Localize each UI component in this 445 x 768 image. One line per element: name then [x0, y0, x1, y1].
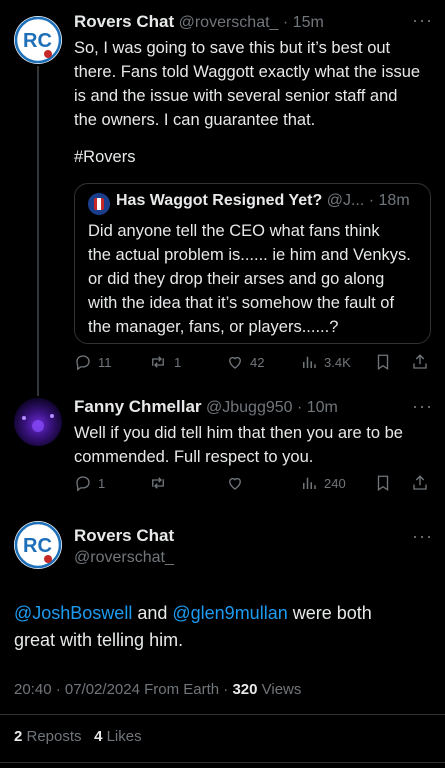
views-button[interactable]: 3.4K — [300, 353, 351, 371]
mention-link[interactable]: @JoshBoswell — [14, 603, 132, 623]
quoted-text-line: or did they drop their arses and go alon… — [88, 270, 385, 288]
tweet-time[interactable]: · 10m — [297, 399, 338, 416]
more-options-icon[interactable]: ··· — [412, 526, 433, 547]
rovers-chat-logo-icon: RC — [14, 16, 62, 64]
reply-icon — [76, 476, 90, 492]
bookmark-button[interactable] — [375, 474, 391, 492]
views-label: Views — [257, 681, 302, 698]
share-button[interactable] — [411, 474, 429, 492]
likes-stat[interactable]: 4 Likes — [94, 728, 142, 745]
tweet-text-line: the owners. I can guarantee that. — [74, 111, 316, 129]
repost-icon — [152, 356, 164, 368]
bookmark-icon — [377, 354, 389, 371]
repost-button[interactable] — [148, 474, 168, 492]
tweet-text: So, I was going to save this but it’s be… — [74, 36, 439, 132]
author-name[interactable]: Fanny Chmellar — [74, 397, 202, 416]
like-button[interactable] — [226, 474, 244, 492]
main-tweet-line: great with telling him. — [14, 630, 184, 650]
views-button[interactable]: 240 — [300, 474, 346, 492]
more-options-icon[interactable]: ··· — [412, 396, 433, 417]
author-handle[interactable]: @Jbugg950 — [206, 399, 293, 416]
avatar[interactable]: RC — [14, 16, 62, 64]
tweet-time[interactable]: · 15m — [283, 14, 324, 31]
tweet-meta: 20:40 · 07/02/2024 From Earth · 320 View… — [14, 681, 301, 698]
quoted-text-line: with the idea that it’s somehow the faul… — [88, 294, 395, 312]
author-handle[interactable]: @roverschat_ — [179, 14, 279, 31]
views-icon — [303, 356, 316, 368]
quoted-avatar-icon — [88, 193, 110, 215]
reply-icon — [76, 355, 90, 371]
tweet-text-line: there. Fans told Waggott exactly what th… — [74, 63, 421, 81]
reply-count: 1 — [98, 475, 106, 491]
tweet-text-line: commended. Full respect to you. — [74, 448, 314, 466]
share-icon — [413, 475, 427, 490]
rovers-chat-logo-icon: RC — [14, 521, 62, 569]
divider — [0, 714, 445, 715]
repost-count: 1 — [174, 354, 182, 370]
tweet-text-line: So, I was going to save this but it’s be… — [74, 39, 391, 57]
share-icon — [413, 354, 427, 369]
svg-text:RC: RC — [23, 30, 52, 52]
likes-label: Likes — [102, 728, 142, 745]
tweet-text: Well if you did tell him that then you a… — [74, 421, 439, 469]
main-tweet-rest: were both — [287, 603, 372, 623]
reposts-stat[interactable]: 2 Reposts — [14, 728, 82, 745]
quoted-text-line: Did anyone tell the CEO what fans think — [88, 222, 380, 240]
views-count: 3.4K — [324, 354, 351, 370]
like-count: 42 — [250, 354, 265, 370]
quoted-author-handle[interactable]: @J... — [327, 192, 365, 209]
bookmark-icon — [377, 475, 389, 492]
more-options-icon[interactable]: ··· — [412, 10, 433, 31]
quoted-author-name[interactable]: Has Waggot Resigned Yet? — [116, 192, 322, 209]
tweet-text-line: Well if you did tell him that then you a… — [74, 424, 403, 442]
avatar[interactable]: RC — [14, 521, 62, 569]
views-total: 320 — [232, 681, 258, 698]
mention-link[interactable]: @glen9mullan — [172, 603, 287, 623]
purple-lights-avatar-icon — [22, 414, 54, 432]
quoted-avatar[interactable] — [88, 193, 110, 215]
reposts-label: Reposts — [22, 728, 82, 745]
hashtag-link[interactable]: #Rovers — [74, 145, 135, 169]
svg-text:RC: RC — [23, 535, 52, 557]
views-count: 240 — [324, 475, 346, 491]
reply-count: 11 — [98, 354, 112, 370]
author-name[interactable]: Rovers Chat — [74, 12, 174, 31]
fanny-avatar[interactable] — [14, 398, 62, 446]
author-handle[interactable]: @roverschat_ — [74, 549, 174, 567]
views-icon — [303, 477, 316, 489]
repost-icon — [152, 477, 164, 489]
reply-button[interactable]: 1 — [74, 474, 105, 492]
bookmark-button[interactable] — [375, 353, 391, 371]
quoted-text-line: the actual problem is...... ie him and V… — [88, 246, 411, 264]
tweet-text-line: is and the issue with several senior sta… — [74, 87, 398, 105]
repost-button[interactable]: 1 — [148, 353, 181, 371]
quoted-tweet-time[interactable]: · 18m — [369, 192, 410, 209]
engagement-stats: 2 Reposts 4 Likes — [14, 728, 142, 745]
author-name[interactable]: Rovers Chat — [74, 526, 174, 546]
main-tweet-text: @JoshBoswell and @glen9mullan were both … — [14, 600, 434, 654]
divider — [0, 762, 445, 763]
thread-line-1 — [37, 66, 39, 396]
share-button[interactable] — [411, 353, 429, 371]
tweet-timestamp[interactable]: 20:40 · 07/02/2024 From Earth · — [14, 681, 232, 698]
like-button[interactable]: 42 — [226, 353, 264, 371]
main-tweet-and: and — [132, 603, 173, 623]
quoted-tweet-text: Did anyone tell the CEO what fans think … — [88, 219, 428, 339]
reply-button[interactable]: 11 — [74, 353, 112, 371]
quoted-text-line: the manager, fans, or players......? — [88, 318, 339, 336]
heart-icon — [229, 477, 241, 490]
main-tweet-line: @JoshBoswell and @glen9mullan were both — [14, 600, 434, 627]
heart-icon — [229, 356, 241, 369]
